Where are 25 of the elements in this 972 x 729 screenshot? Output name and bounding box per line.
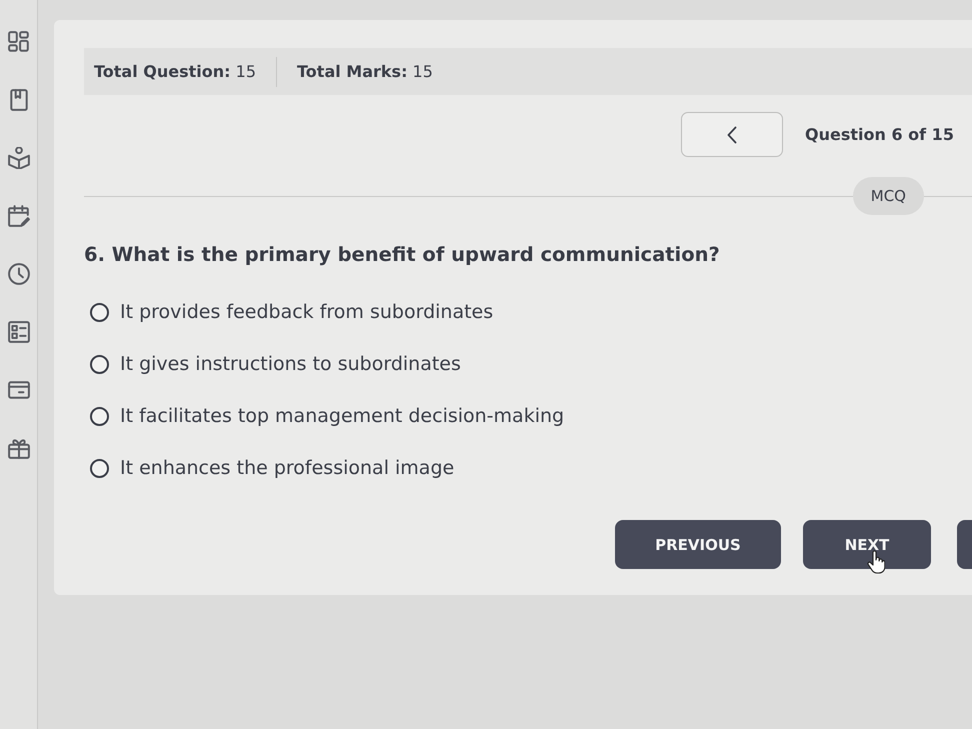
grid-icon[interactable] bbox=[8, 31, 30, 53]
hand-pointer-icon bbox=[867, 550, 885, 574]
previous-button[interactable]: PREVIOUS bbox=[615, 520, 781, 569]
question-type-badge: MCQ bbox=[852, 177, 924, 215]
gift-icon[interactable] bbox=[8, 437, 30, 459]
option-label[interactable]: It enhances the professional image bbox=[120, 457, 454, 479]
radio-button[interactable] bbox=[90, 354, 109, 374]
list-icon[interactable] bbox=[8, 321, 30, 343]
option-label[interactable]: It facilitates top management decision-making bbox=[120, 405, 564, 427]
total-marks-text: Total Marks: 15 bbox=[297, 62, 433, 81]
card-icon[interactable] bbox=[8, 379, 30, 401]
next-button[interactable]: NEXT bbox=[803, 520, 931, 569]
option-label[interactable]: It gives instructions to subordinates bbox=[120, 353, 461, 375]
calendar-edit-icon[interactable] bbox=[8, 205, 30, 227]
radio-button[interactable] bbox=[90, 406, 109, 426]
reader-icon[interactable] bbox=[8, 147, 30, 169]
radio-button[interactable] bbox=[90, 458, 109, 478]
question-counter: Question 6 of 15 bbox=[805, 125, 954, 144]
chevron-left-icon bbox=[727, 126, 737, 144]
book-icon[interactable] bbox=[8, 89, 30, 111]
total-questions-text: Total Question: 15 bbox=[94, 62, 256, 81]
clock-icon[interactable] bbox=[8, 263, 30, 285]
radio-button[interactable] bbox=[90, 302, 109, 322]
option-label[interactable]: It provides feedback from subordinates bbox=[120, 301, 494, 323]
question-text: 6. What is the primary benefit of upward communication? bbox=[84, 243, 720, 266]
